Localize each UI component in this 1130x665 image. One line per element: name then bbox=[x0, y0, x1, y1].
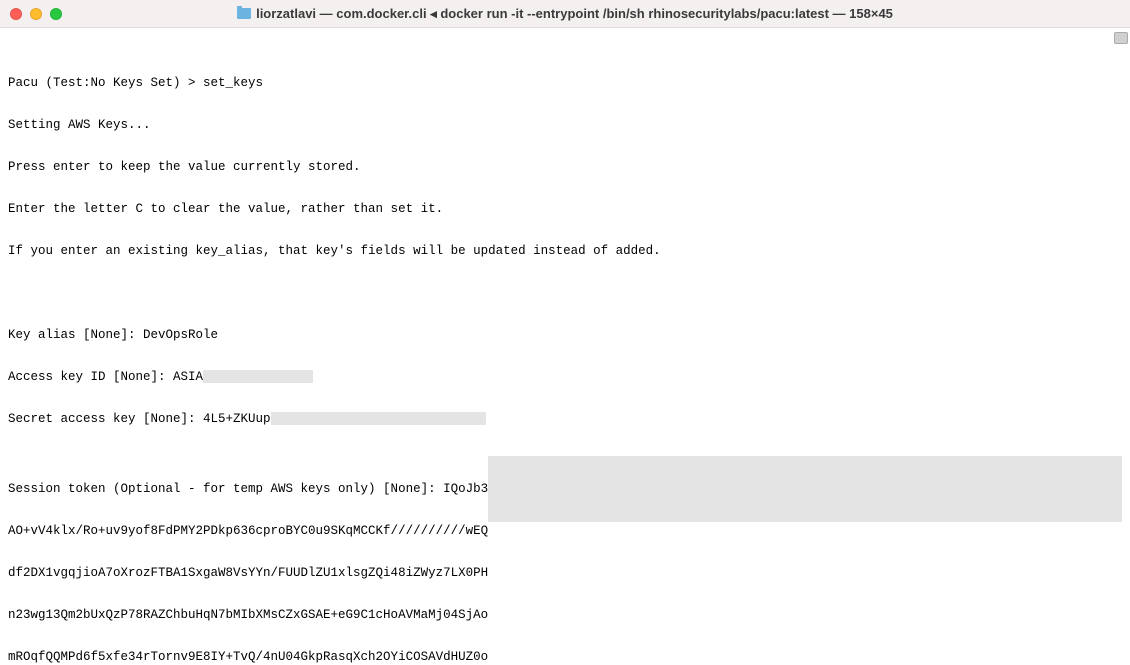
token-line: df2DX1vgqjioA7oXrozFTBA1SxgaW8VsYYn/FUUD… bbox=[8, 566, 488, 580]
window-title-text: liorzatlavi — com.docker.cli ◂ docker ru… bbox=[256, 6, 893, 22]
scrollbar-indicator[interactable] bbox=[1114, 32, 1128, 44]
traffic-lights bbox=[10, 8, 62, 20]
access-key-label: Access key ID [None]: bbox=[8, 370, 173, 384]
folder-icon bbox=[237, 8, 251, 19]
session-token-label: Session token (Optional - for temp AWS k… bbox=[8, 482, 443, 496]
window-title: liorzatlavi — com.docker.cli ◂ docker ru… bbox=[0, 6, 1130, 22]
key-alias-label: Key alias [None]: bbox=[8, 328, 143, 342]
redacted-block bbox=[203, 370, 313, 383]
secret-key-label: Secret access key [None]: bbox=[8, 412, 203, 426]
output-line: Setting AWS Keys... bbox=[8, 118, 1122, 132]
output-line: If you enter an existing key_alias, that… bbox=[8, 244, 1122, 258]
access-key-value: ASIA bbox=[173, 370, 203, 384]
terminal[interactable]: Pacu (Test:No Keys Set) > set_keys Setti… bbox=[0, 28, 1130, 665]
close-button[interactable] bbox=[10, 8, 22, 20]
blank-line bbox=[8, 286, 1122, 300]
key-alias-value: DevOpsRole bbox=[143, 328, 218, 342]
output-line: Enter the letter C to clear the value, r… bbox=[8, 202, 1122, 216]
prompt-1: Pacu (Test:No Keys Set) > bbox=[8, 76, 203, 90]
window-titlebar: liorzatlavi — com.docker.cli ◂ docker ru… bbox=[0, 0, 1130, 28]
secret-key-value: 4L5+ZKUup bbox=[203, 412, 271, 426]
token-line: n23wg13Qm2bUxQzP78RAZChbuHqN7bMIbXMsCZxG… bbox=[8, 608, 488, 622]
token-line: AO+vV4klx/Ro+uv9yof8FdPMY2PDkp636cproBYC… bbox=[8, 524, 488, 538]
output-line: Press enter to keep the value currently … bbox=[8, 160, 1122, 174]
command-set-keys: set_keys bbox=[203, 76, 263, 90]
redacted-block-large bbox=[488, 456, 1122, 522]
maximize-button[interactable] bbox=[50, 8, 62, 20]
session-token-value: IQoJb3 bbox=[443, 482, 488, 496]
minimize-button[interactable] bbox=[30, 8, 42, 20]
redacted-block bbox=[271, 412, 486, 425]
token-line: mROqfQQMPd6f5xfe34rTornv9E8IY+TvQ/4nU04G… bbox=[8, 650, 488, 664]
